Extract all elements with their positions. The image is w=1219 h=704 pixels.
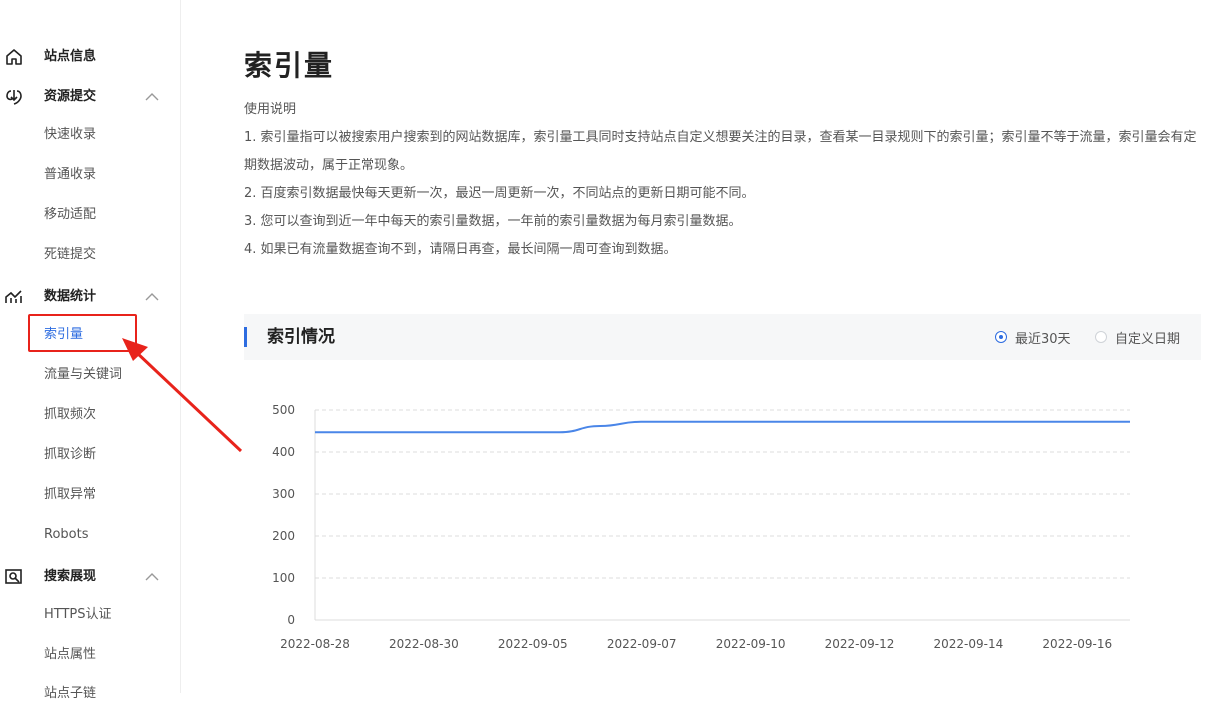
x-tick-label: 2022-08-30 (389, 637, 459, 651)
x-tick-label: 2022-09-14 (934, 637, 1004, 651)
data-point[interactable] (558, 430, 562, 434)
y-tick-label: 400 (272, 445, 295, 459)
sidebar-item-crawl-frequency[interactable]: 抓取频次 (44, 405, 96, 425)
radio-dot-selected[interactable] (995, 331, 1007, 343)
data-point[interactable] (1006, 420, 1010, 424)
y-tick-label: 500 (272, 403, 295, 417)
data-point[interactable] (1128, 420, 1132, 424)
x-tick-label: 2022-09-05 (498, 637, 568, 651)
chevron-up-icon[interactable] (144, 571, 160, 583)
section-header: 索引情况 最近30天 自定义日期 (244, 314, 1201, 360)
data-point[interactable] (802, 420, 806, 424)
sidebar-item-https[interactable]: HTTPS认证 (44, 605, 112, 625)
stats-chart-icon (5, 290, 22, 303)
radio-last-30-days[interactable]: 最近30天 (995, 329, 1071, 347)
sidebar-group-label: 站点信息 (44, 49, 97, 64)
x-tick-label: 2022-09-12 (825, 637, 895, 651)
data-point[interactable] (1047, 420, 1051, 424)
radio-dot[interactable] (1095, 331, 1107, 343)
sidebar-item-site-attributes[interactable]: 站点属性 (44, 645, 96, 665)
home-icon (6, 49, 22, 65)
instruction-line: 3. 您可以查询到近一年中每天的索引量数据，一年前的索引量数据为每月索引量数据。 (244, 214, 742, 229)
data-point[interactable] (517, 430, 521, 434)
chevron-up-icon[interactable] (144, 91, 160, 103)
index-volume-chart: 0 100 200 300 400 500 2022-08-28 2022-08-30 2022… (272, 403, 1132, 651)
annotation-arrow-icon (122, 338, 243, 453)
sidebar-group-site-info[interactable]: 站点信息 (0, 37, 180, 77)
radio-custom-date[interactable]: 自定义日期 (1095, 329, 1181, 347)
page-title: 索引量 (244, 49, 335, 82)
data-point[interactable] (639, 420, 643, 424)
data-point[interactable] (761, 420, 765, 424)
y-tick-label: 200 (272, 529, 295, 543)
radio-label: 自定义日期 (1115, 331, 1181, 347)
data-point[interactable] (843, 420, 847, 424)
section-accent-bar (244, 327, 247, 347)
instruction-line: 4. 如果已有流量数据查询不到，请隔日再查，最长间隔一周可查询到数据。 (244, 242, 677, 257)
x-tick-label: 2022-09-10 (716, 637, 786, 651)
x-tick-label: 2022-08-28 (280, 637, 350, 651)
sidebar-item-crawl-errors[interactable]: 抓取异常 (44, 485, 96, 505)
data-point[interactable] (680, 420, 684, 424)
data-point[interactable] (354, 430, 358, 434)
sidebar-item-crawl-diagnosis[interactable]: 抓取诊断 (44, 445, 96, 465)
data-point[interactable] (435, 430, 439, 434)
x-tick-label: 2022-09-07 (607, 637, 677, 651)
sidebar-group-label: 搜索展现 (44, 569, 97, 584)
y-tick-label: 0 (287, 613, 295, 627)
data-point[interactable] (884, 420, 888, 424)
data-point[interactable] (598, 424, 602, 428)
radio-label: 最近30天 (1015, 331, 1071, 347)
data-point[interactable] (395, 430, 399, 434)
data-point[interactable] (313, 430, 317, 434)
data-point[interactable] (965, 420, 969, 424)
sidebar-item-sub-links[interactable]: 站点子链 (44, 684, 96, 704)
data-point[interactable] (476, 430, 480, 434)
link-submit-icon (6, 90, 22, 105)
sidebar-item-fast-index[interactable]: 快速收录 (44, 125, 96, 145)
sidebar-item-normal-index[interactable]: 普通收录 (44, 165, 96, 185)
data-point[interactable] (721, 420, 725, 424)
sidebar-group-search-display[interactable]: 搜索展现 (0, 557, 180, 597)
sidebar-item-robots[interactable]: Robots (44, 525, 88, 545)
sidebar-group-label: 资源提交 (44, 89, 97, 104)
x-tick-label: 2022-09-16 (1042, 637, 1112, 651)
y-tick-label: 300 (272, 487, 295, 501)
chevron-up-icon[interactable] (144, 291, 160, 303)
search-display-icon (5, 569, 22, 584)
data-point[interactable] (924, 420, 928, 424)
sidebar-group-data-stats[interactable]: 数据统计 (0, 277, 180, 317)
sidebar-item-dead-link[interactable]: 死链提交 (44, 245, 96, 265)
section-title: 索引情况 (267, 327, 335, 347)
sidebar-group-label: 数据统计 (44, 289, 97, 304)
sidebar-item-mobile-adapt[interactable]: 移动适配 (44, 205, 96, 225)
instruction-line: 2. 百度索引数据最快每天更新一次，最迟一周更新一次，不同站点的更新日期可能不同… (244, 186, 755, 201)
sidebar-group-resource-submit[interactable]: 资源提交 (0, 77, 180, 117)
instructions-title: 使用说明 (244, 102, 297, 117)
instruction-line: 1. 索引量指可以被搜索用户搜索到的网站数据库，索引量工具同时支持站点自定义想要… (244, 130, 1197, 173)
y-tick-label: 100 (272, 571, 295, 585)
data-point[interactable] (1087, 420, 1091, 424)
